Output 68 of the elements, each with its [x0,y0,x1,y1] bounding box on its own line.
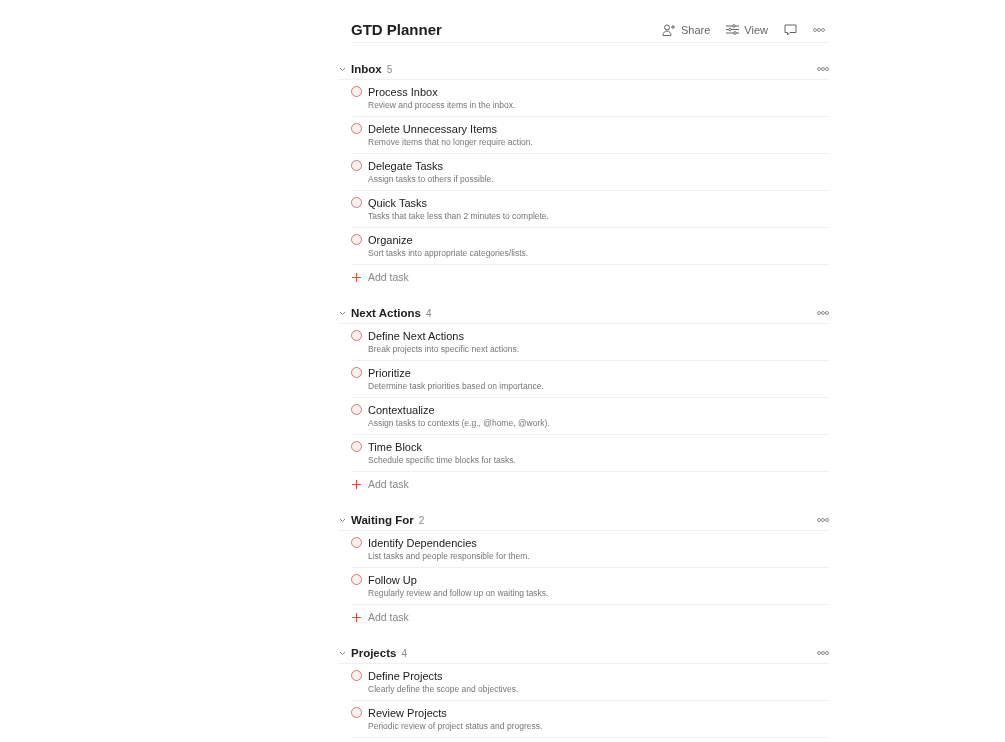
task-count: 4 [425,307,433,319]
task-checkbox[interactable] [351,537,362,548]
plus-icon [352,479,361,489]
task-checkbox[interactable] [351,197,362,208]
task-checkbox[interactable] [351,123,362,134]
task-title: Define Next Actions [368,330,465,343]
task-description: Sort tasks into appropriate categories/lists. [368,247,529,259]
task-title: Time Block [368,441,423,454]
more-icon [817,651,829,655]
task-description: Remove items that no longer require action. [368,136,533,148]
page-title: GTD Planner [351,21,443,38]
task-title: Review Projects [368,707,448,720]
add-task-button[interactable]: Add task [351,472,409,490]
task-title: Identify Dependencies [368,537,478,550]
section-title: Waiting For [351,514,414,526]
section-title: Projects [351,647,397,659]
task-description: Periodic review of project status and progress. [368,720,543,732]
plus-icon [352,272,361,282]
add-task-button[interactable]: Add task [351,265,409,283]
task-count: 5 [386,63,394,75]
more-icon [817,311,829,315]
task-checkbox[interactable] [351,574,362,585]
task-description: List tasks and people responsible for them. [368,550,530,562]
task-description: Review and process items in the inbox. [368,99,516,111]
task-title: Define Projects [368,670,444,683]
task-description: Clearly define the scope and objectives. [368,683,519,695]
task-checkbox[interactable] [351,670,362,681]
task-count: 4 [401,647,408,659]
task-description: Regularly review and follow up on waiting tasks. [368,587,549,599]
task-checkbox[interactable] [351,330,362,341]
section-title: Inbox [351,63,382,75]
sliders-icon [726,24,740,35]
task-checkbox[interactable] [351,86,362,97]
task-checkbox[interactable] [351,404,362,415]
section-more-button[interactable] [817,651,829,655]
task-title: Delegate Tasks [368,160,444,173]
add-task-button[interactable]: Add task [351,605,409,623]
task-checkbox[interactable] [351,707,362,718]
task-title: Follow Up [368,574,418,587]
task-title: Quick Tasks [368,197,429,210]
task-description: Assign tasks to contexts (e.g., @home, @work). [368,417,550,429]
task-checkbox[interactable] [351,160,362,171]
task-title: Contextualize [368,404,436,417]
task-title: Organize [368,234,414,247]
more-icon [817,67,829,71]
section-more-button[interactable] [817,311,829,315]
task-checkbox[interactable] [351,367,362,378]
task-description: Schedule specific time blocks for tasks. [368,454,516,466]
task-description: Tasks that take less than 2 minutes to complete. [368,210,549,222]
task-title: Process Inbox [368,86,439,99]
task-description: Determine task priorities based on importance. [368,380,544,392]
task-title: Prioritize [368,367,412,380]
more-icon [813,27,825,32]
add-person-icon [662,23,676,36]
task-count: 2 [418,514,426,526]
view-button[interactable]: View [722,23,772,36]
task-description: Assign tasks to others if possible. [368,173,494,185]
task-description: Break projects into specific next actions. [368,343,520,355]
section-more-button[interactable] [817,67,829,71]
more-icon [817,518,829,522]
section-more-button[interactable] [817,518,829,522]
share-button[interactable]: Share [658,23,715,36]
task-title: Delete Unnecessary Items [368,123,498,136]
comment-icon [784,23,797,36]
plus-icon [352,612,361,622]
task-checkbox[interactable] [351,234,362,245]
section-title: Next Actions [351,307,421,319]
task-checkbox[interactable] [351,441,362,452]
